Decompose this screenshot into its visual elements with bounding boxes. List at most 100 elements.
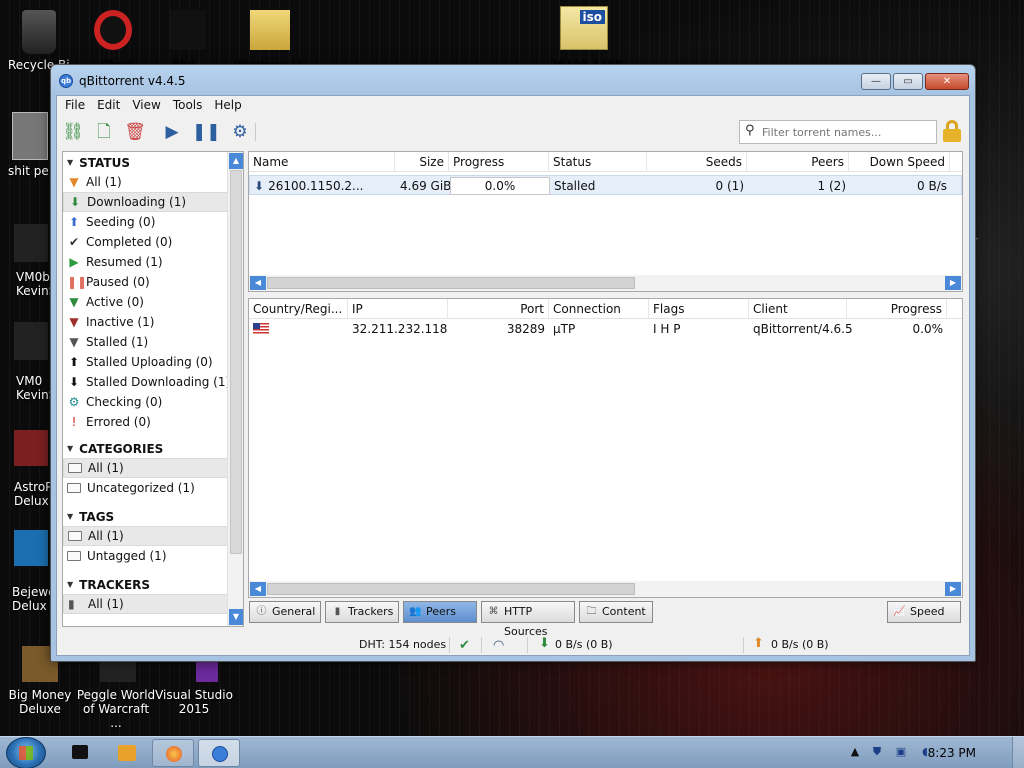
desktop-icon[interactable]: Peggle World of Warcraft ... <box>76 688 156 730</box>
collapse-caret-icon[interactable]: ▼ <box>67 158 73 167</box>
desktop-icon-label[interactable]: VM0 KevinS <box>16 374 56 402</box>
search-input[interactable] <box>762 124 932 140</box>
menu-file[interactable]: File <box>59 96 91 115</box>
upload-speed-text[interactable]: 0 B/s (0 B) <box>771 638 829 651</box>
column-header-status[interactable]: Status <box>549 152 647 172</box>
iso-file-icon[interactable]: iso <box>560 6 608 50</box>
scroll-left-arrow-icon[interactable]: ◀ <box>250 582 266 596</box>
column-header-down-speed[interactable]: Down Speed <box>849 152 950 172</box>
taskbar-pinned-icon[interactable] <box>72 745 88 759</box>
recycle-bin-icon[interactable] <box>22 10 56 54</box>
media-player-icon[interactable] <box>118 745 136 761</box>
vm-icon[interactable] <box>14 224 48 262</box>
desktop-icon-label[interactable]: AstroP Delux <box>14 480 52 508</box>
status-filter-item[interactable]: ▼ Stalled (1) <box>63 332 243 352</box>
column-header-name[interactable]: Name <box>249 152 395 172</box>
scroll-thumb[interactable] <box>267 277 635 289</box>
status-filter-item[interactable]: ▶ Resumed (1) <box>63 252 243 272</box>
tab-trackers[interactable]: ▮ Trackers <box>325 601 399 623</box>
options-gear-icon[interactable]: ⚙ <box>229 121 251 143</box>
status-filter-item[interactable]: ! Errored (0) <box>63 412 243 432</box>
column-header-peers[interactable]: Peers <box>747 152 849 172</box>
menu-edit[interactable]: Edit <box>91 96 126 115</box>
scroll-right-arrow-icon[interactable]: ▶ <box>945 276 961 290</box>
minimize-button[interactable]: — <box>861 73 891 90</box>
tab-general[interactable]: ⓘ General <box>249 601 321 623</box>
delete-torrent-icon[interactable]: 🗑 <box>124 121 146 143</box>
tray-expand-icon[interactable]: ▲ <box>848 745 862 759</box>
taskbar-firefox[interactable] <box>152 739 194 767</box>
scroll-up-arrow-icon[interactable]: ▲ <box>229 153 243 169</box>
desktop-icon[interactable]: Visual Studio 2015 <box>154 688 234 716</box>
maximize-button[interactable]: ▭ <box>893 73 923 90</box>
connection-status-icon[interactable]: ✔ <box>459 638 470 653</box>
taskbar-qbittorrent[interactable] <box>198 739 240 767</box>
chrome-icon[interactable] <box>94 10 132 50</box>
status-filter-item[interactable]: ⬆ Seeding (0) <box>63 212 243 232</box>
close-button[interactable]: ✕ <box>925 73 969 90</box>
status-filter-item[interactable]: ▼ All (1) <box>63 172 243 192</box>
tab-speed[interactable]: 📈 Speed <box>887 601 961 623</box>
collapse-caret-icon[interactable]: ▼ <box>67 580 73 589</box>
menu-help[interactable]: Help <box>208 96 247 115</box>
column-header-flags[interactable]: Flags <box>649 299 749 319</box>
column-header-progress[interactable]: Progress <box>449 152 549 172</box>
peers-horizontal-scrollbar[interactable]: ◀ ▶ <box>249 581 962 597</box>
add-torrent-link-icon[interactable]: ⛓ <box>62 121 84 143</box>
torrent-filter-search[interactable]: ⚲ <box>739 120 937 144</box>
resume-icon[interactable]: ▶ <box>161 121 183 143</box>
tag-all[interactable]: All (1) <box>63 526 243 546</box>
start-button[interactable] <box>6 737 46 768</box>
tab-content[interactable]: 🗀 Content <box>579 601 653 623</box>
tag-untagged[interactable]: Untagged (1) <box>63 546 243 566</box>
left-desktop-icon[interactable] <box>12 112 48 160</box>
status-filter-item[interactable]: ▼ Inactive (1) <box>63 312 243 332</box>
sidebar-section-tags[interactable]: ▼ TAGS <box>63 506 243 526</box>
title-bar[interactable]: qb qBittorrent v4.4.5 — ▭ ✕ <box>51 65 975 95</box>
game-icon[interactable] <box>14 530 48 566</box>
torrent-row[interactable]: ⬇ 26100.1150.2... 4.69 GiB 0.0% Stalled 0… <box>249 175 962 195</box>
collapse-caret-icon[interactable]: ▼ <box>67 444 73 453</box>
scroll-down-arrow-icon[interactable]: ▼ <box>229 609 243 625</box>
desktop-icon-label[interactable]: Bejewe Delux <box>12 585 56 613</box>
column-header-size[interactable]: Size <box>395 152 449 172</box>
windows-live-icon[interactable] <box>250 10 290 50</box>
torrent-list-horizontal-scrollbar[interactable]: ◀ ▶ <box>249 275 962 291</box>
taskbar-clock[interactable]: 8:23 PM <box>928 746 976 760</box>
menu-view[interactable]: View <box>126 96 166 115</box>
add-torrent-file-icon[interactable]: 🗋 <box>93 121 115 143</box>
tab-peers[interactable]: 👥 Peers <box>403 601 477 623</box>
category-uncategorized[interactable]: Uncategorized (1) <box>63 478 243 498</box>
desktop-icon-label[interactable]: VM0b KevinS <box>16 270 56 298</box>
column-header-ip[interactable]: IP <box>348 299 448 319</box>
status-filter-item[interactable]: ❚❚ Paused (0) <box>63 272 243 292</box>
collapse-caret-icon[interactable]: ▼ <box>67 512 73 521</box>
status-filter-item[interactable]: ⬇ Stalled Downloading (1) <box>63 372 243 392</box>
column-header-seeds[interactable]: Seeds <box>647 152 747 172</box>
scroll-left-arrow-icon[interactable]: ◀ <box>250 276 266 290</box>
pause-icon[interactable]: ❚❚ <box>192 121 221 143</box>
game-icon[interactable] <box>14 430 48 466</box>
status-filter-item[interactable]: ✔ Completed (0) <box>63 232 243 252</box>
desktop-icon[interactable]: Big Money Deluxe <box>0 688 80 716</box>
security-shield-icon[interactable]: ⛊ <box>870 745 884 759</box>
sidebar-section-status[interactable]: ▼ STATUS <box>63 152 243 172</box>
scroll-right-arrow-icon[interactable]: ▶ <box>945 582 961 596</box>
status-filter-item[interactable]: ⬇ Downloading (1) <box>63 192 243 212</box>
lock-icon[interactable] <box>943 120 961 142</box>
scroll-thumb[interactable] <box>230 170 242 554</box>
speed-limit-gauge-icon[interactable]: ◠ <box>493 638 504 653</box>
column-header-country[interactable]: Country/Regi... <box>249 299 348 319</box>
column-header-port[interactable]: Port <box>448 299 549 319</box>
blue-app-icon[interactable] <box>170 10 206 50</box>
sidebar-section-categories[interactable]: ▼ CATEGORIES <box>63 438 243 458</box>
vm-icon[interactable] <box>14 322 48 360</box>
status-filter-item[interactable]: ⚙ Checking (0) <box>63 392 243 412</box>
sidebar-vertical-scrollbar[interactable]: ▲ ▼ <box>227 152 243 626</box>
column-header-client[interactable]: Client <box>749 299 847 319</box>
sidebar-section-trackers[interactable]: ▼ TRACKERS <box>63 574 243 594</box>
tab-http-sources[interactable]: ⌘ HTTP Sources <box>481 601 575 638</box>
status-filter-item[interactable]: ▼ Active (0) <box>63 292 243 312</box>
tracker-all[interactable]: ▮ All (1) <box>63 594 243 614</box>
download-speed-text[interactable]: 0 B/s (0 B) <box>555 638 613 651</box>
